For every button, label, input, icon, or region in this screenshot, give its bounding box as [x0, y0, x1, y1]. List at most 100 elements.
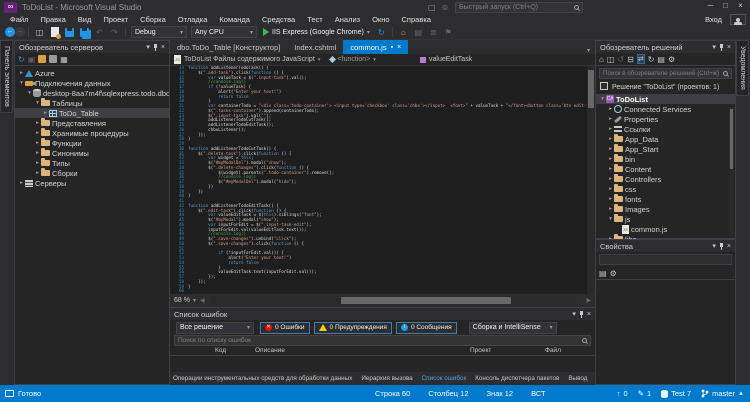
- horizontal-scrollbar[interactable]: [211, 296, 577, 305]
- menu-вид[interactable]: Вид: [72, 15, 98, 24]
- tree-item-connected-services[interactable]: ▸Connected Services: [596, 104, 735, 114]
- column-header-код[interactable]: Код: [215, 347, 226, 354]
- menu-тест[interactable]: Тест: [301, 15, 329, 24]
- collapsed-arrow-icon[interactable]: ▸: [607, 206, 614, 212]
- navigate-back-icon[interactable]: ←: [5, 27, 15, 37]
- zoom-control[interactable]: 68 % ▾: [170, 297, 200, 304]
- tree-item-css[interactable]: ▸css: [596, 184, 735, 194]
- expanded-arrow-icon[interactable]: ▾: [34, 100, 41, 106]
- refresh-icon[interactable]: ↻: [18, 55, 25, 64]
- menu-отладка[interactable]: Отладка: [172, 15, 214, 24]
- chevron-down-icon[interactable]: ▾: [712, 242, 716, 250]
- tree-item-images[interactable]: ▸Images: [596, 204, 735, 214]
- save-icon[interactable]: [65, 28, 74, 37]
- collapsed-arrow-icon[interactable]: ▸: [34, 130, 41, 136]
- collapsed-arrow-icon[interactable]: ▸: [34, 150, 41, 156]
- collapsed-arrow-icon[interactable]: ▸: [607, 176, 614, 182]
- tool-window-tab[interactable]: Список ошибок: [422, 375, 467, 382]
- errors-toggle-button[interactable]: ✕ 0 Ошибки: [260, 322, 310, 334]
- tree-item-app_start[interactable]: ▸App_Start: [596, 144, 735, 154]
- menu-сборка[interactable]: Сборка: [134, 15, 172, 24]
- tree-item-сборки[interactable]: ▸Сборки: [15, 168, 169, 178]
- redo-icon[interactable]: ↷: [109, 27, 120, 38]
- avatar[interactable]: [730, 14, 746, 25]
- error-list-title-bar[interactable]: Список ошибок ▾ ×: [170, 308, 595, 320]
- window-layout-icon[interactable]: ◫: [34, 27, 45, 38]
- vertical-scrollbar[interactable]: [587, 66, 595, 294]
- tool-window-tab[interactable]: Операции инструментальных средств для об…: [173, 375, 352, 382]
- branch-indicator[interactable]: master ▲: [701, 389, 744, 398]
- close-tab-icon[interactable]: ×: [397, 44, 401, 51]
- azure-subscription-icon[interactable]: ▦: [60, 55, 68, 64]
- unpushed-commits[interactable]: ↑ 0: [617, 389, 628, 398]
- pin-icon[interactable]: [154, 44, 157, 50]
- collapsed-arrow-icon[interactable]: ▸: [18, 180, 25, 186]
- collapsed-arrow-icon[interactable]: ▸: [34, 160, 41, 166]
- tree-item-content[interactable]: ▸Content: [596, 164, 735, 174]
- expanded-arrow-icon[interactable]: ▾: [607, 216, 614, 222]
- collapsed-arrow-icon[interactable]: ▸: [607, 126, 614, 132]
- send-smile-icon[interactable]: ☺: [441, 3, 449, 12]
- scroll-left-icon[interactable]: ◀: [200, 297, 205, 304]
- collapsed-arrow-icon[interactable]: ▸: [607, 136, 614, 142]
- uncommitted-edits[interactable]: ✎ 1: [638, 389, 651, 398]
- collapsed-arrow-icon[interactable]: ▸: [42, 110, 49, 116]
- minimize-button[interactable]: ─: [703, 0, 718, 12]
- collapsed-arrow-icon[interactable]: ▸: [607, 116, 614, 122]
- menu-средства[interactable]: Средства: [256, 15, 301, 24]
- project-dropdown[interactable]: ToDoList Файлы содержимого JavaScript ▾: [184, 56, 327, 63]
- close-icon[interactable]: ×: [161, 44, 165, 51]
- quick-launch-input[interactable]: Быстрый запуск (Ctrl+Q): [455, 2, 583, 13]
- tree-item-подключения-данных[interactable]: ▾Подключения данных: [15, 78, 169, 88]
- collapsed-arrow-icon[interactable]: ▸: [607, 146, 614, 152]
- member-dropdown[interactable]: valueEditTask ▾: [420, 56, 472, 63]
- tree-item-серверы[interactable]: ▸Серверы: [15, 178, 169, 188]
- menu-проект[interactable]: Проект: [97, 15, 134, 24]
- collapsed-arrow-icon[interactable]: ▸: [607, 186, 614, 192]
- navigate-forward-icon[interactable]: →: [15, 27, 25, 37]
- tree-item-ссылки[interactable]: ▸Ссылки: [596, 124, 735, 134]
- platform-select[interactable]: Any CPU▾: [191, 26, 257, 38]
- tree-item-таблицы[interactable]: ▾Таблицы: [15, 98, 169, 108]
- refresh-icon[interactable]: ↻: [376, 27, 387, 38]
- column-header-файл[interactable]: Файл: [545, 347, 561, 354]
- code-editor[interactable]: 13function addListenerTodoTask() {14 $("…: [170, 66, 587, 294]
- repository-indicator[interactable]: Test 7: [661, 389, 691, 398]
- connect-server-icon[interactable]: [49, 55, 57, 63]
- error-list-search-input[interactable]: Поиск по списку ошибок: [174, 335, 591, 346]
- document-tab[interactable]: dbo.ToDo_Table [Конструктор]: [170, 40, 287, 54]
- save-all-icon[interactable]: [80, 28, 89, 37]
- expanded-arrow-icon[interactable]: ▾: [26, 90, 33, 96]
- close-button[interactable]: ×: [733, 0, 748, 12]
- scrollbar-thumb[interactable]: [588, 70, 594, 108]
- build-intellisense-select[interactable]: Сборка и IntelliSense▾: [469, 322, 557, 334]
- scroll-right-icon[interactable]: ▶: [586, 297, 591, 304]
- type-dropdown[interactable]: <function> ▾: [338, 56, 382, 63]
- tree-item-js[interactable]: ▾js: [596, 214, 735, 224]
- messages-toggle-button[interactable]: i 0 Сообщения: [396, 322, 457, 334]
- run-button[interactable]: IIS Express (Google Chrome) ▾: [263, 28, 370, 36]
- notifications-tab[interactable]: Уведомления: [736, 40, 749, 96]
- solution-explorer-title-bar[interactable]: Обозреватель решений ▾ ×: [596, 41, 735, 53]
- close-icon[interactable]: ×: [727, 243, 731, 250]
- tree-item-bin[interactable]: ▸bin: [596, 154, 735, 164]
- refresh-icon[interactable]: ↻: [648, 55, 655, 64]
- tree-item-app_data[interactable]: ▸App_Data: [596, 134, 735, 144]
- tree-item-fonts[interactable]: ▸fonts: [596, 194, 735, 204]
- undo-icon[interactable]: ↶: [94, 27, 105, 38]
- chevron-down-icon[interactable]: ▾: [146, 43, 150, 51]
- close-icon[interactable]: ×: [587, 311, 591, 318]
- categorized-icon[interactable]: ▤: [599, 269, 607, 278]
- solution-scrollbar[interactable]: [729, 107, 734, 237]
- menu-файл[interactable]: Файл: [4, 15, 34, 24]
- tree-item-типы[interactable]: ▸Типы: [15, 158, 169, 168]
- tree-item-представления[interactable]: ▸Представления: [15, 118, 169, 128]
- pin-icon[interactable]: [720, 44, 723, 50]
- column-header-описание[interactable]: Описание: [255, 347, 285, 354]
- scrollbar-thumb[interactable]: [730, 109, 733, 169]
- tree-item-azure[interactable]: ▸Azure: [15, 68, 169, 78]
- pin-icon[interactable]: [580, 311, 583, 317]
- debug-target-select[interactable]: Debug▾: [131, 26, 187, 38]
- maximize-button[interactable]: □: [718, 0, 733, 12]
- tree-item-desktop-8aa7m4f-sqlexpress.todo.dbo[interactable]: ▾desktop-8aa7m4f\sqlexpress.todo.dbo: [15, 88, 169, 98]
